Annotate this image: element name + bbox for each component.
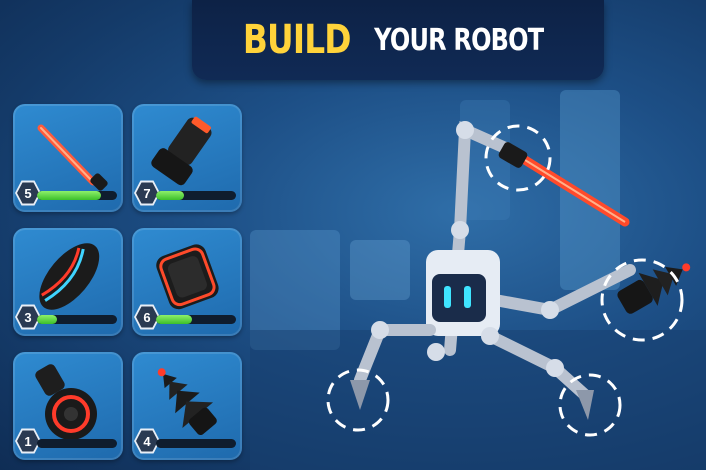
progress-fill <box>156 191 184 200</box>
joint <box>546 359 564 377</box>
leg-claw-right <box>576 390 594 420</box>
mounted-drill <box>617 263 691 314</box>
robot-eye-left <box>444 286 451 308</box>
progress-bar <box>37 439 117 448</box>
title-banner: BUILD YOUR ROBOT <box>192 0 604 80</box>
progress-bar <box>156 315 236 324</box>
part-card-cannon[interactable]: 7 <box>132 104 242 212</box>
robot-face <box>432 274 486 322</box>
part-card-laser-sword[interactable]: 5 <box>13 104 123 212</box>
joint <box>371 321 389 339</box>
progress-fill <box>156 315 192 324</box>
robot-eye-right <box>464 286 471 308</box>
joint <box>481 327 499 345</box>
progress-fill <box>37 315 57 324</box>
joint <box>451 221 469 239</box>
joint <box>456 121 474 139</box>
part-card-wheel-blaster[interactable]: 1 <box>13 352 123 460</box>
title-text: YOUR ROBOT <box>374 22 544 58</box>
progress-bar <box>37 191 117 200</box>
joint <box>427 343 445 361</box>
progress-bar <box>156 191 236 200</box>
progress-fill <box>37 191 101 200</box>
title-highlight: BUILD <box>243 17 352 63</box>
part-card-plasma-blade[interactable]: 3 <box>13 228 123 336</box>
part-card-armor-block[interactable]: 6 <box>132 228 242 336</box>
progress-bar <box>156 439 236 448</box>
leg-claw-left <box>350 380 370 410</box>
robot-preview <box>326 120 691 437</box>
joint <box>541 301 559 319</box>
part-card-drill[interactable]: 4 <box>132 352 242 460</box>
progress-bar <box>37 315 117 324</box>
